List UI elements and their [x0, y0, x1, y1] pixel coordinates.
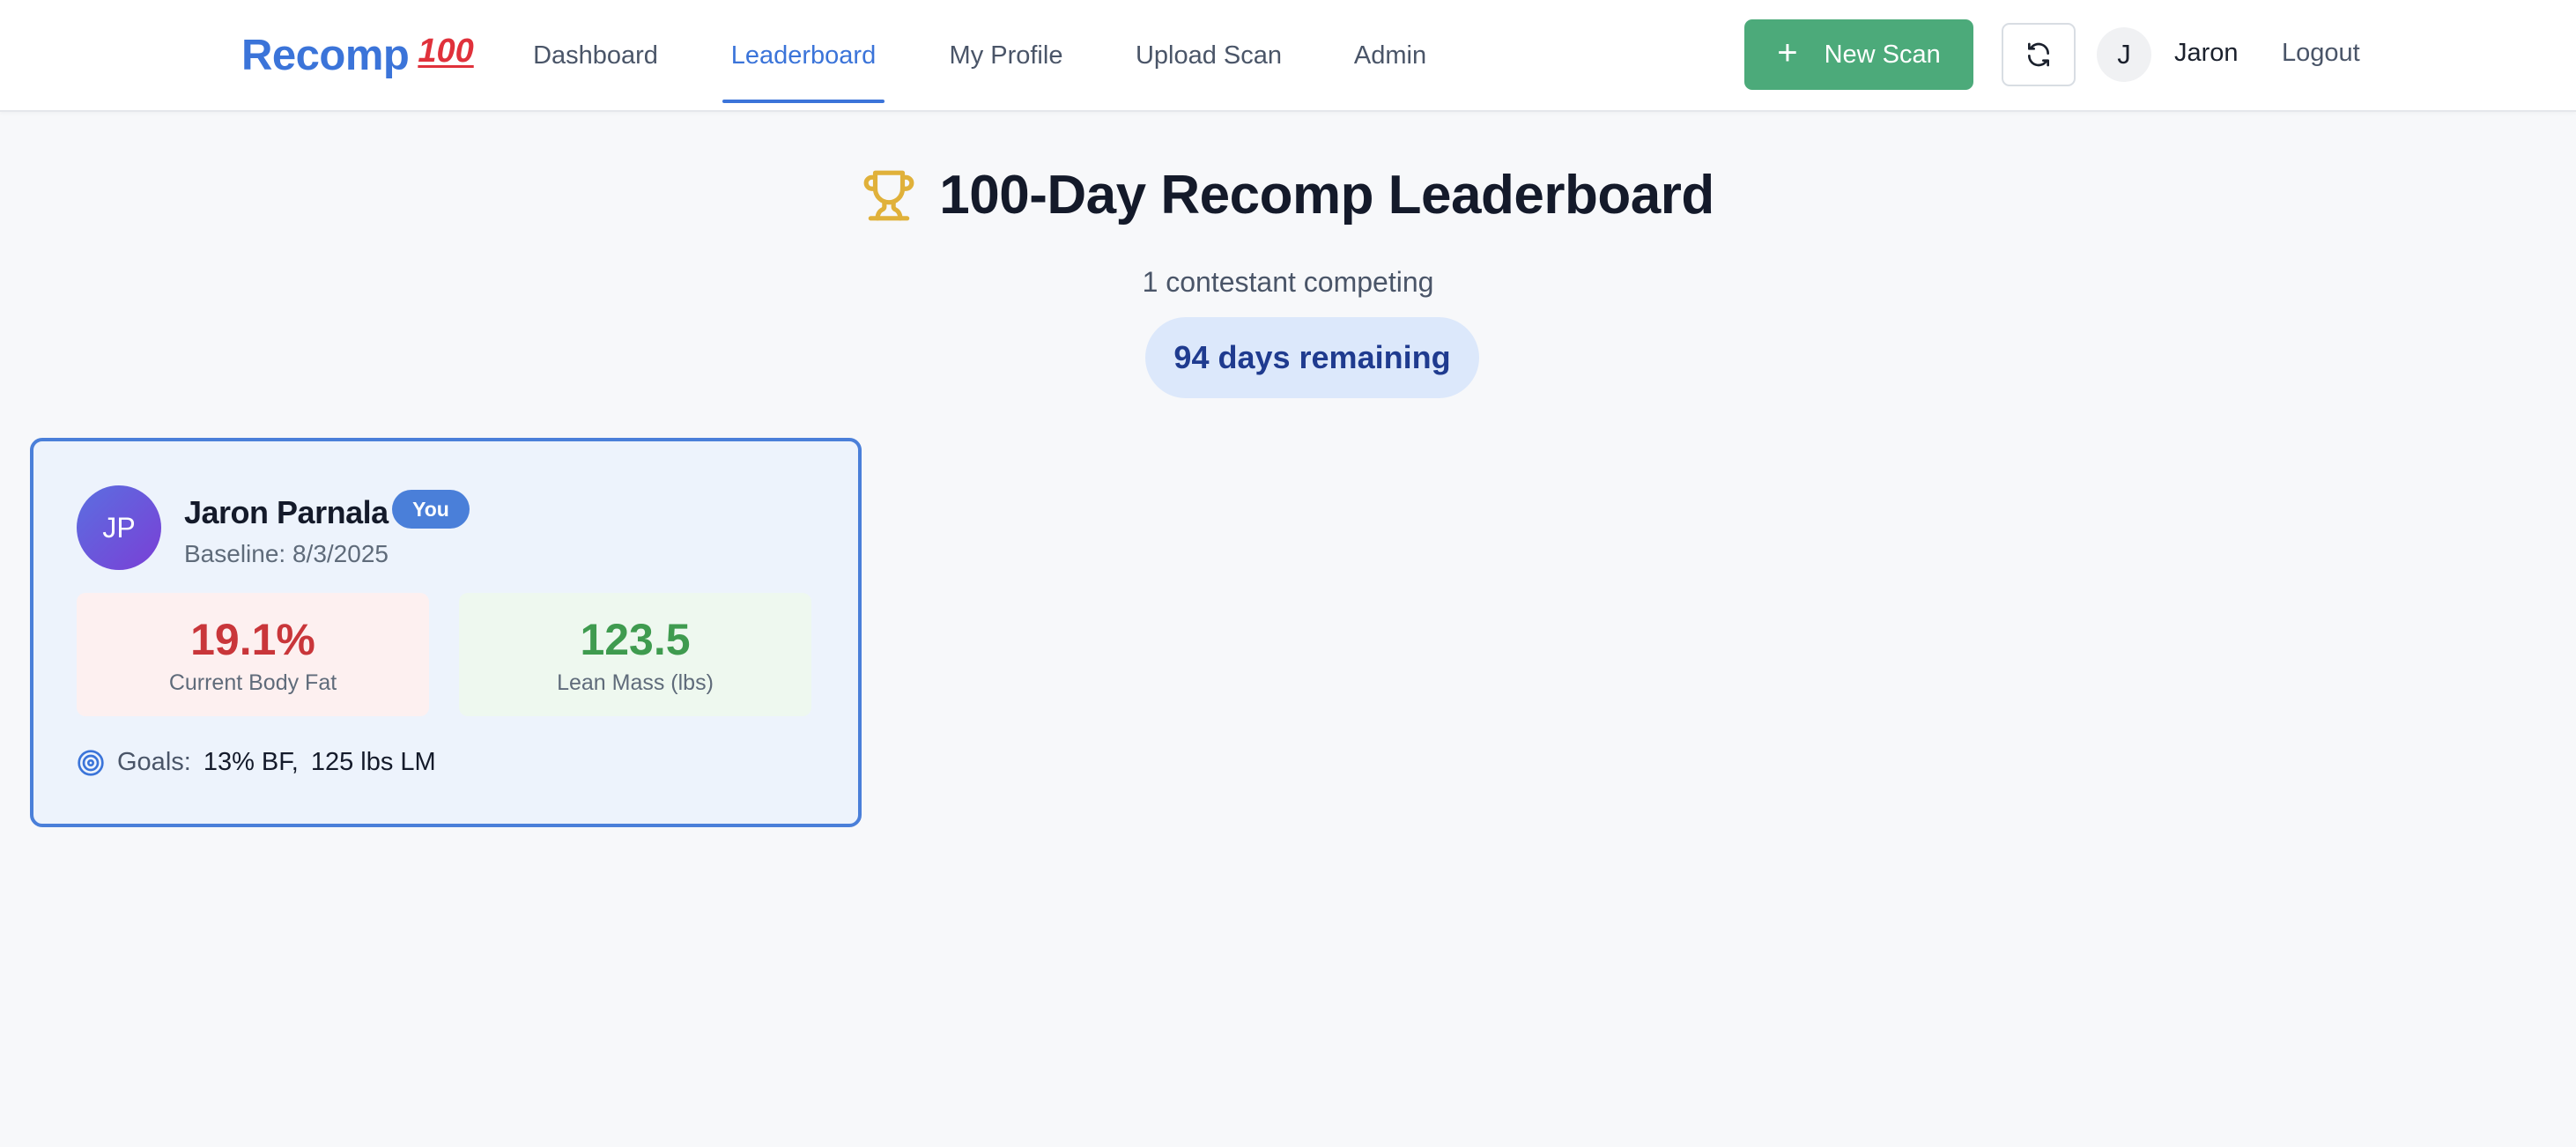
brand-name: Recomp	[241, 32, 410, 79]
hundred-points-icon: 100	[418, 32, 474, 70]
nav-dashboard[interactable]: Dashboard	[525, 0, 666, 112]
goals-label: Goals:	[117, 748, 191, 776]
refresh-icon	[2028, 42, 2049, 67]
you-badge: You	[392, 490, 470, 529]
baseline-date: Baseline: 8/3/2025	[184, 540, 389, 567]
body-fat-label: Current Body Fat	[168, 670, 337, 695]
top-navigation-bar: Recomp 100 Dashboard Leaderboard My Prof…	[0, 0, 2576, 112]
nav-my-profile[interactable]: My Profile	[943, 0, 1070, 112]
trophy-icon	[863, 170, 914, 220]
goal-body-fat: 13% BF,	[203, 748, 299, 776]
goal-lean-mass: 125 lbs LM	[310, 748, 436, 776]
lean-mass-value: 123.5	[580, 614, 691, 664]
nav-admin[interactable]: Admin	[1348, 0, 1432, 112]
nav-upload-scan[interactable]: Upload Scan	[1129, 0, 1288, 112]
body-fat-stat: 19.1% Current Body Fat	[77, 593, 429, 716]
user-name: Jaron	[2174, 39, 2239, 67]
refresh-button[interactable]	[2002, 23, 2076, 86]
new-scan-button[interactable]: + New Scan	[1744, 19, 1973, 90]
contestant-card[interactable]: JP Jaron Parnala You Baseline: 8/3/2025 …	[30, 438, 862, 827]
contestant-avatar: JP	[77, 485, 161, 570]
page-title: 100-Day Recomp Leaderboard	[0, 164, 2576, 226]
contestant-count: 1 contestant competing	[1142, 266, 1434, 298]
user-avatar[interactable]: J	[2097, 27, 2151, 82]
target-icon	[78, 749, 104, 776]
lean-mass-stat: 123.5 Lean Mass (lbs)	[459, 593, 811, 716]
contestant-name: Jaron Parnala	[184, 494, 389, 530]
logout-link[interactable]: Logout	[2282, 39, 2360, 68]
new-scan-label: New Scan	[1824, 40, 1941, 69]
body-fat-value: 19.1%	[190, 614, 315, 664]
brand-logo[interactable]: Recomp 100	[241, 26, 474, 85]
days-remaining-badge: 94 days remaining	[1145, 317, 1479, 398]
nav-leaderboard[interactable]: Leaderboard	[722, 0, 885, 112]
leaderboard-title: 100-Day Recomp Leaderboard	[939, 165, 1714, 226]
plus-icon: +	[1777, 33, 1798, 72]
goals-row: Goals: 13% BF, 125 lbs LM	[77, 748, 436, 777]
lean-mass-label: Lean Mass (lbs)	[557, 670, 714, 695]
